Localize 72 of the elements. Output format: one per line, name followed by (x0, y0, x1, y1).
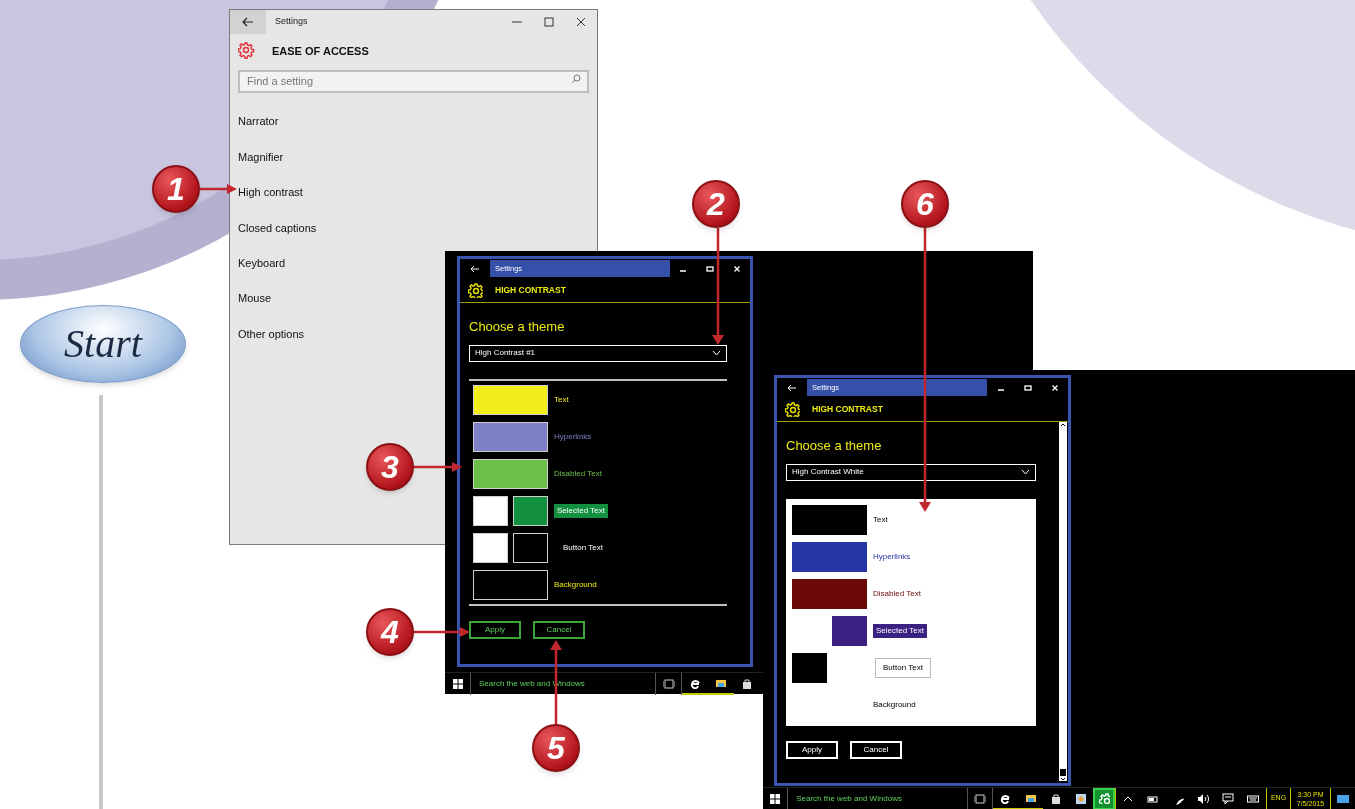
dialog-button[interactable]: Apply (469, 620, 521, 639)
menu-item[interactable]: Mouse (238, 280, 272, 317)
color-label: Disabled Text (873, 587, 921, 600)
step-number-badge: 6 (901, 180, 949, 228)
callout-arrow (200, 184, 237, 194)
speaker-icon (1197, 792, 1209, 805)
menu-item[interactable]: Closed captions (238, 210, 317, 246)
selected-text-label: Selected Text (873, 623, 927, 638)
menu-item[interactable]: Narrator (238, 104, 279, 140)
scrollbar[interactable] (1059, 422, 1067, 781)
close-icon (1050, 383, 1059, 392)
taskbar-search-field[interactable]: Search the web and Windows (788, 787, 968, 809)
menu-item[interactable]: Keyboard (238, 245, 286, 281)
color-label: Hyperlinks (873, 550, 911, 563)
menu-item[interactable]: High contrast (238, 174, 303, 211)
maximize-icon (544, 17, 554, 27)
section-title: HIGH CONTRAST (812, 402, 883, 416)
window-title: Settings (275, 15, 309, 29)
color-label: Hyperlinks (554, 430, 592, 443)
chevron-down-icon (1021, 469, 1030, 475)
picture-icon (1074, 792, 1087, 805)
dialog-button[interactable]: Apply (786, 740, 838, 759)
gear-icon (1098, 793, 1110, 804)
theme-dropdown[interactable]: High Contrast White (786, 463, 1036, 481)
gear-icon (468, 282, 483, 298)
gear-icon (785, 401, 800, 417)
back-arrow-icon (787, 383, 797, 392)
gear-icon (238, 42, 256, 60)
color-label: Disabled Text (554, 467, 602, 480)
section-heading: Choose a theme (469, 318, 565, 336)
step-number-badge: 5 (532, 724, 580, 772)
button-text-sample: Button Text (875, 657, 931, 678)
search-icon (571, 74, 581, 84)
shopping-bag-icon (1049, 792, 1062, 805)
scroll-up-icon (1060, 422, 1066, 428)
task-view-icon (973, 792, 986, 805)
color-label: Text (873, 513, 888, 526)
callout-arrow (413, 462, 462, 472)
back-arrow-icon (242, 17, 254, 27)
button-text-sample: Button Text (562, 541, 604, 554)
menu-item[interactable]: Magnifier (238, 139, 284, 175)
windows-logo-icon (770, 793, 781, 804)
start-badge: Start (20, 305, 186, 383)
menu-item[interactable]: Other options (238, 316, 305, 352)
maximize-icon (1023, 383, 1032, 392)
search-field[interactable]: Find a setting (238, 69, 589, 93)
dialog-button[interactable]: Cancel (533, 620, 585, 639)
theme-dropdown[interactable]: High Contrast #1 (469, 344, 727, 362)
notifications-icon (1336, 792, 1349, 805)
callout-arrow (413, 627, 470, 637)
chevron-down-icon (712, 350, 721, 356)
step-number-badge: 2 (692, 180, 740, 228)
section-heading: Choose a theme (786, 437, 882, 455)
color-label: Background (873, 698, 916, 711)
color-label: Text (554, 393, 569, 406)
dialog-button[interactable]: Cancel (850, 740, 902, 759)
maximize-icon (706, 264, 714, 273)
section-title: HIGH CONTRAST (495, 283, 566, 297)
close-icon (576, 17, 586, 27)
back-arrow-icon (470, 264, 480, 273)
task-view-icon (662, 677, 675, 690)
close-icon (732, 264, 741, 273)
back-button[interactable] (230, 10, 266, 34)
selected-text-label: Selected Text (554, 503, 608, 518)
shopping-bag-icon (741, 677, 753, 690)
section-title: EASE OF ACCESS (272, 43, 369, 59)
color-label: Background (554, 578, 597, 591)
scroll-down-icon (1060, 769, 1066, 781)
step-number-badge: 4 (366, 608, 414, 656)
windows-logo-icon (452, 678, 463, 689)
message-icon (1222, 792, 1235, 805)
keyboard-icon (1247, 792, 1260, 805)
